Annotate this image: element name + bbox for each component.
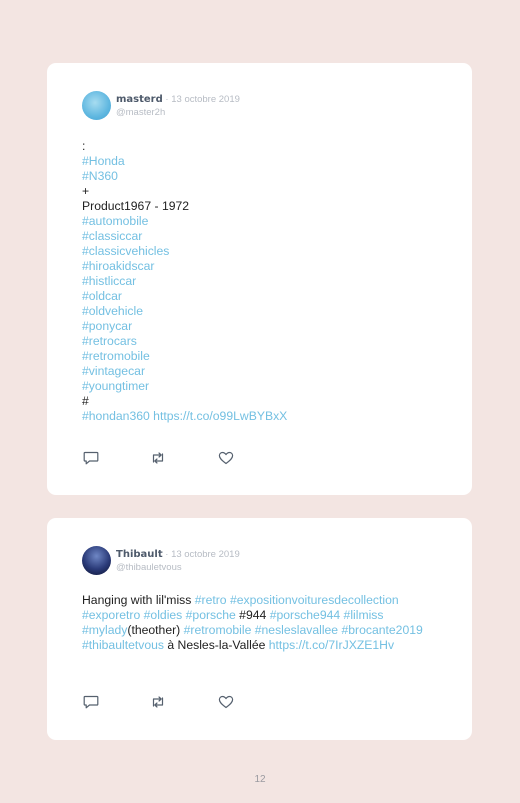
hashtag-line[interactable]: #oldcar	[82, 289, 452, 304]
meta-separator: ·	[162, 94, 172, 105]
tweet-text: Hanging with lil'miss #retro #exposition…	[82, 593, 442, 653]
heart-icon[interactable]	[218, 451, 234, 465]
text-segment: (theother)	[127, 623, 184, 637]
author-handle[interactable]: @master2h	[116, 106, 240, 119]
meta-separator: ·	[162, 549, 172, 560]
text-segment: Hanging with lil'miss	[82, 593, 195, 607]
tweet-header: masterd · 13 octobre 2019 @master2h	[116, 93, 240, 119]
tweet-card: masterd · 13 octobre 2019 @master2h : #Ho…	[47, 63, 472, 495]
hashtag-line[interactable]: #histliccar	[82, 274, 452, 289]
hashtag-line[interactable]: #retromobile	[82, 349, 452, 364]
text-line: #	[82, 394, 89, 408]
retweet-icon[interactable]	[150, 695, 166, 709]
hashtag-line[interactable]: #oldvehicle	[82, 304, 452, 319]
text-segment: à Nesles-la-Vallée	[164, 638, 269, 652]
author-name[interactable]: masterd	[116, 94, 163, 105]
text-line: Product1967 - 1972	[82, 199, 190, 213]
hashtag-line[interactable]: #hiroakidscar	[82, 259, 452, 274]
text-line: :	[82, 139, 86, 153]
author-name[interactable]: Thibault	[116, 549, 163, 560]
hashtag-line[interactable]: #Honda	[82, 154, 452, 169]
hashtag-line[interactable]: #vintagecar	[82, 364, 452, 379]
reply-icon[interactable]	[83, 451, 99, 465]
tweet-text: : #Honda #N360 + Product1967 - 1972 #automobi…	[82, 139, 452, 424]
hashtag-line[interactable]: #retrocars	[82, 334, 452, 349]
page-number: 12	[254, 774, 266, 785]
avatar[interactable]	[82, 91, 111, 120]
author-handle[interactable]: @thibauletvous	[116, 561, 240, 574]
hashtag-line[interactable]: #hondan360 https://t.co/o99LwBYBxX	[82, 409, 452, 424]
hashtag-line[interactable]: #classicvehicles	[82, 244, 452, 259]
hashtag-line[interactable]: #classiccar	[82, 229, 452, 244]
avatar[interactable]	[82, 546, 111, 575]
text-line: +	[82, 184, 90, 198]
hashtag-link[interactable]: https://t.co/7IrJXZE1Hv	[269, 638, 394, 652]
tweet-date[interactable]: 13 octobre 2019	[171, 549, 240, 560]
retweet-icon[interactable]	[150, 451, 166, 465]
text-segment: #944	[235, 608, 270, 622]
reply-icon[interactable]	[83, 695, 99, 709]
hashtag-line[interactable]: #automobile	[82, 214, 452, 229]
tweet-header: Thibault · 13 octobre 2019 @thibauletvou…	[116, 548, 240, 574]
hashtag-line[interactable]: #youngtimer	[82, 379, 452, 394]
tweet-card: Thibault · 13 octobre 2019 @thibauletvou…	[47, 518, 472, 740]
hashtag-line[interactable]: #N360	[82, 169, 452, 184]
tweet-date[interactable]: 13 octobre 2019	[171, 94, 240, 105]
heart-icon[interactable]	[218, 695, 234, 709]
hashtag-line[interactable]: #ponycar	[82, 319, 452, 334]
